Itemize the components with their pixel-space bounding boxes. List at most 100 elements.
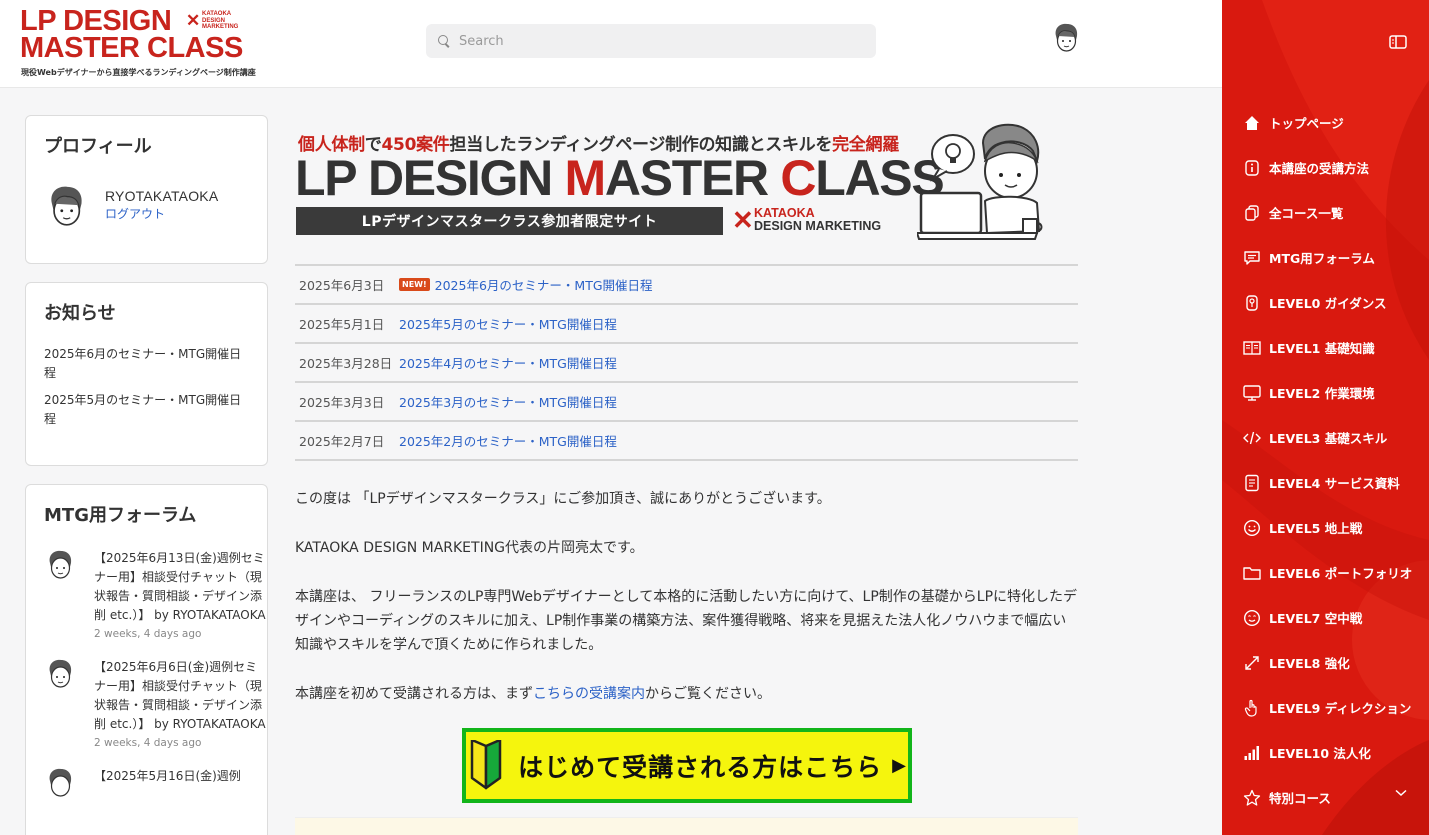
forum-post-time: 2 weeks, 4 days ago xyxy=(94,628,202,640)
logo-subtitle: 現役Webデザイナーから直接学べるランディングページ制作講座 xyxy=(21,68,256,77)
sidebar-item-label: LEVEL2 作業環境 xyxy=(1269,386,1375,401)
expand-icon xyxy=(1242,653,1262,673)
book-icon xyxy=(1242,338,1262,358)
sidebar-item-label: トップページ xyxy=(1269,116,1344,131)
banner-brand-2: DESIGN MARKETING xyxy=(754,219,882,233)
sidebar-item-how-to-take[interactable]: 本講座の受講方法 xyxy=(1222,145,1429,190)
page: LP DESIGN MASTER CLASS ✕ KATAOKA DESIGN … xyxy=(0,0,1429,835)
banner-title-part: ASTER xyxy=(604,150,781,206)
intro-text: この度は 「LPデザインマスタークラス」にご参加頂き、誠にありがとうございます。… xyxy=(295,487,1078,706)
beginner-guide-button[interactable]: はじめて受講される方はこちら ▶ xyxy=(462,728,912,803)
profile-avatar xyxy=(46,184,86,229)
header-avatar[interactable] xyxy=(1052,22,1080,54)
signal-icon xyxy=(1242,743,1262,763)
sidebar-item-label: 全コース一覧 xyxy=(1269,206,1344,221)
sidebar-item-label: LEVEL5 地上戦 xyxy=(1269,521,1363,536)
forum-post-title[interactable]: 【2025年6月6日(金)週例セミナー用】相談受付チャット（現状報告・質問相談・… xyxy=(94,658,267,734)
intro-text-part: からご覧ください。 xyxy=(645,686,771,702)
avatar-icon xyxy=(1055,23,1078,52)
notice-item[interactable]: 2025年5月のセミナー・MTG開催日程 xyxy=(44,391,249,429)
forum-post[interactable]: 【2025年6月6日(金)週例セミナー用】相談受付チャット（現状報告・質問相談・… xyxy=(44,658,267,749)
sidebar-item-label: LEVEL9 ディレクション xyxy=(1269,701,1412,716)
news-link[interactable]: 2025年2月のセミナー・MTG開催日程 xyxy=(399,431,617,450)
sidebar-item-level9[interactable]: LEVEL9 ディレクション xyxy=(1222,685,1429,730)
sidebar-item-top-page[interactable]: トップページ xyxy=(1222,100,1429,145)
news-date: 2025年3月28日 xyxy=(299,356,393,371)
chat-icon xyxy=(1242,248,1262,268)
news-link[interactable]: 2025年5月のセミナー・MTG開催日程 xyxy=(399,314,617,333)
copy-icon xyxy=(1242,203,1262,223)
forum-post[interactable]: 【2025年6月13日(金)週例セミナー用】相談受付チャット（現状報告・質問相談… xyxy=(44,549,267,640)
search-icon xyxy=(438,35,450,47)
news-link[interactable]: 2025年6月のセミナー・MTG開催日程 xyxy=(435,275,653,294)
news-row: 2025年2月7日 2025年2月のセミナー・MTG開催日程 xyxy=(295,422,1078,461)
content-panel xyxy=(295,817,1078,835)
site-logo[interactable]: LP DESIGN MASTER CLASS ✕ KATAOKA DESIGN … xyxy=(20,7,256,78)
sidebar-item-all-courses[interactable]: 全コース一覧 xyxy=(1222,190,1429,235)
forum-avatar-icon xyxy=(49,659,72,688)
nav-menu: トップページ 本講座の受講方法 全コース一覧 MTG用フォーラム LEVEL0 … xyxy=(1222,100,1429,820)
sidebar-item-label: 本講座の受講方法 xyxy=(1269,161,1370,176)
banner-title-part: M xyxy=(564,150,606,206)
forum-post[interactable]: 【2025年5月16日(金)週例 xyxy=(44,767,267,835)
news-row: 2025年5月1日 2025年5月のセミナー・MTG開催日程 xyxy=(295,305,1078,344)
sidebar-item-level7[interactable]: LEVEL7 空中戦 xyxy=(1222,595,1429,640)
notices-list: 2025年6月のセミナー・MTG開催日程 2025年5月のセミナー・MTG開催日… xyxy=(26,345,267,429)
sidebar-item-level0[interactable]: LEVEL0 ガイダンス xyxy=(1222,280,1429,325)
forum-heading: MTG用フォーラム xyxy=(44,505,197,526)
banner-title-part: LP DESIGN xyxy=(295,150,565,206)
notice-item[interactable]: 2025年6月のセミナー・MTG開催日程 xyxy=(44,345,249,383)
designer-illustration-icon xyxy=(917,123,1043,240)
sidebar-nav: トップページ 本講座の受講方法 全コース一覧 MTG用フォーラム LEVEL0 … xyxy=(1222,0,1429,835)
banner-title: LP DESIGN MASTER CLASS xyxy=(295,150,945,206)
news-row: 2025年3月3日 2025年3月のセミナー・MTG開催日程 xyxy=(295,383,1078,422)
banner-title-part: C xyxy=(780,150,816,206)
sidebar-item-level6[interactable]: LEVEL6 ポートフォリオ xyxy=(1222,550,1429,595)
sidebar-item-level5[interactable]: LEVEL5 地上戦 xyxy=(1222,505,1429,550)
smile-icon xyxy=(1242,518,1262,538)
sidebar-item-label: LEVEL8 強化 xyxy=(1269,656,1350,671)
document-icon xyxy=(1242,473,1262,493)
face-icon xyxy=(1242,608,1262,628)
forum-avatar-icon xyxy=(49,768,72,797)
logout-link[interactable]: ログアウト xyxy=(105,205,165,222)
banner-brand: ✕ KATAOKA DESIGN MARKETING xyxy=(732,207,882,234)
news-row: 2025年6月3日 NEW! 2025年6月のセミナー・MTG開催日程 xyxy=(295,266,1078,305)
search-input[interactable] xyxy=(459,33,859,49)
hero-banner: 個人体制で450案件担当したランディングページ制作の知識とスキルを完全網羅 LP… xyxy=(295,115,1078,248)
news-date: 2025年6月3日 xyxy=(299,278,385,293)
sidebar-item-label: LEVEL6 ポートフォリオ xyxy=(1269,566,1413,581)
notices-widget: お知らせ 2025年6月のセミナー・MTG開催日程 2025年5月のセミナー・M… xyxy=(25,282,268,466)
home-icon xyxy=(1242,113,1262,133)
info-icon xyxy=(1242,158,1262,178)
sidebar-item-level10[interactable]: LEVEL10 法人化 xyxy=(1222,730,1429,775)
sidebar-item-level1[interactable]: LEVEL1 基礎知識 xyxy=(1222,325,1429,370)
search-bar[interactable] xyxy=(426,24,876,58)
sidebar-item-special[interactable]: 特別コース xyxy=(1222,775,1429,820)
news-link[interactable]: 2025年4月のセミナー・MTG開催日程 xyxy=(399,353,617,372)
sidebar-item-label: LEVEL10 法人化 xyxy=(1269,746,1371,761)
main-content: 個人体制で450案件担当したランディングページ制作の知識とスキルを完全網羅 LP… xyxy=(295,115,1078,835)
profile-widget: プロフィール RYOTAKATAOKA ログアウト xyxy=(25,115,268,264)
sidebar-item-level3[interactable]: LEVEL3 基礎スキル xyxy=(1222,415,1429,460)
news-date: 2025年5月1日 xyxy=(299,317,385,332)
intro-paragraph: 本講座を初めて受講される方は、まずこちらの受講案内からご覧ください。 xyxy=(295,682,1078,706)
news-date: 2025年2月7日 xyxy=(299,434,385,449)
sidebar-item-level4[interactable]: LEVEL4 サービス資料 xyxy=(1222,460,1429,505)
forum-post-title[interactable]: 【2025年6月13日(金)週例セミナー用】相談受付チャット（現状報告・質問相談… xyxy=(94,549,267,625)
play-arrow-icon: ▶ xyxy=(892,755,906,776)
banner-strip: LPデザインマスタークラス参加者限定サイト xyxy=(296,207,723,235)
news-link[interactable]: 2025年3月のセミナー・MTG開催日程 xyxy=(399,392,617,411)
sidebar-item-label: LEVEL1 基礎知識 xyxy=(1269,341,1375,356)
forum-post-title[interactable]: 【2025年5月16日(金)週例 xyxy=(94,767,267,786)
k-mark-icon: ✕ xyxy=(186,11,201,30)
intro-paragraph: KATAOKA DESIGN MARKETING代表の片岡亮太です。 xyxy=(295,540,644,556)
sidebar-toggle-icon[interactable] xyxy=(1389,35,1407,49)
chevron-down-icon[interactable] xyxy=(1395,789,1407,797)
sidebar-item-level2[interactable]: LEVEL2 作業環境 xyxy=(1222,370,1429,415)
sidebar-item-label: LEVEL7 空中戦 xyxy=(1269,611,1363,626)
sidebar-item-level8[interactable]: LEVEL8 強化 xyxy=(1222,640,1429,685)
guide-link[interactable]: こちらの受講案内 xyxy=(533,686,645,702)
sidebar-item-mtg-forum[interactable]: MTG用フォーラム xyxy=(1222,235,1429,280)
news-list: 2025年6月3日 NEW! 2025年6月のセミナー・MTG開催日程 2025… xyxy=(295,264,1078,461)
